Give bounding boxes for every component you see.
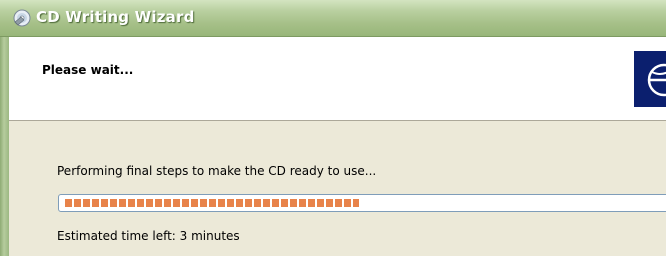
window-frame-left (0, 37, 9, 256)
progress-bar (58, 194, 666, 212)
wizard-header: Please wait... (9, 37, 666, 121)
header-title: Please wait... (42, 63, 134, 77)
status-text: Performing final steps to make the CD re… (57, 164, 377, 178)
title-bar[interactable]: CD Writing Wizard (0, 0, 666, 37)
cd-writer-icon (13, 9, 31, 27)
cd-disc-logo-icon (634, 51, 666, 107)
progress-bar-fill (65, 199, 359, 207)
wizard-content: Performing final steps to make the CD re… (9, 121, 666, 256)
cd-writing-wizard-window: CD Writing Wizard Please wait... Perform… (0, 0, 666, 256)
estimated-time-text: Estimated time left: 3 minutes (57, 229, 240, 243)
window-title: CD Writing Wizard (36, 8, 195, 26)
